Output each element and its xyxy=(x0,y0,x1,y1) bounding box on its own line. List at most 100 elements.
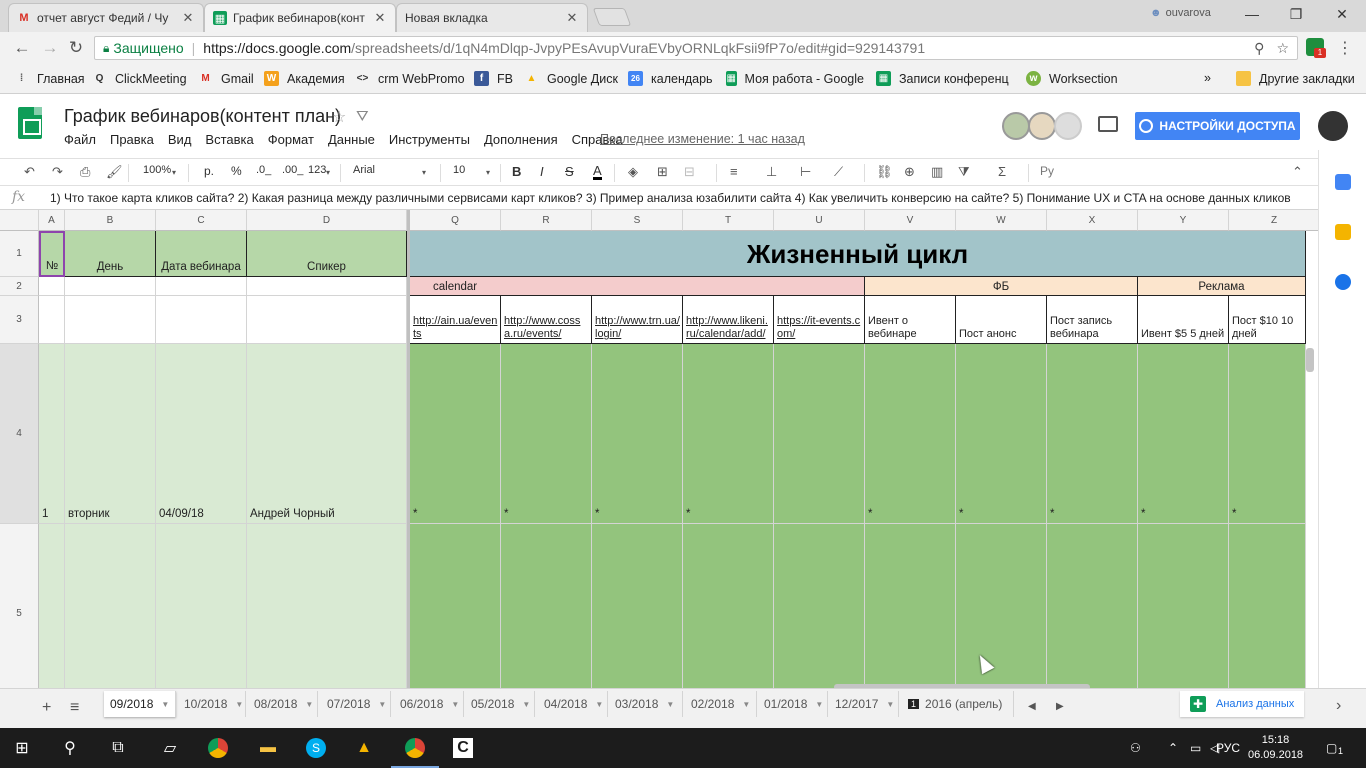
sheet-tab[interactable]: 05/2018 ▼ xyxy=(465,691,535,717)
add-sheet-button[interactable]: + xyxy=(42,699,51,717)
column-header-t[interactable]: T xyxy=(683,210,774,231)
cell-v3[interactable]: Ивент о вебинаре xyxy=(865,296,956,344)
cell-u3[interactable]: https://it-events.com/ xyxy=(774,296,865,344)
skype-icon[interactable]: S xyxy=(304,736,328,760)
cell-w4[interactable]: * xyxy=(956,344,1047,524)
keep-icon[interactable] xyxy=(1335,224,1351,240)
clock[interactable]: 15:18 06.09.2018 xyxy=(1248,733,1303,763)
sheet-tab[interactable]: 04/2018 ▼ xyxy=(538,691,608,717)
strikethrough-icon[interactable]: S xyxy=(565,164,574,179)
column-header-u[interactable]: U xyxy=(774,210,865,231)
print-icon[interactable]: ⎙ xyxy=(80,164,90,180)
formula-content[interactable]: 1) Что такое карта кликов сайта? 2) Кака… xyxy=(50,191,1291,205)
scroll-tabs-right-icon[interactable]: ▶ xyxy=(1056,701,1064,712)
reload-icon[interactable]: ↻ xyxy=(66,38,86,58)
cell-b3[interactable] xyxy=(65,296,156,344)
column-header-b[interactable]: B xyxy=(65,210,156,231)
collaborator-avatar[interactable] xyxy=(1028,112,1056,140)
zoom-select[interactable]: 100% xyxy=(143,164,171,176)
cell-b2[interactable] xyxy=(65,277,156,296)
cell-x4[interactable]: * xyxy=(1047,344,1138,524)
cell-t4[interactable]: * xyxy=(683,344,774,524)
menu-tools[interactable]: Инструменты xyxy=(389,132,470,147)
cell-c4[interactable]: 04/09/18 xyxy=(156,344,247,524)
align-left-icon[interactable]: ≡ xyxy=(730,164,738,179)
cell-d1[interactable]: Спикер xyxy=(247,231,407,277)
collapse-toolbar-icon[interactable]: ⌃ xyxy=(1292,164,1303,180)
close-icon[interactable]: ✕ xyxy=(373,10,387,26)
cell-z3[interactable]: Пост $10 10 дней xyxy=(1229,296,1306,344)
merge-cells-icon[interactable]: ⊟ xyxy=(684,164,695,180)
cell-c2[interactable] xyxy=(156,277,247,296)
undo-icon[interactable]: ↶ xyxy=(24,164,35,180)
back-icon[interactable]: ← xyxy=(12,38,32,58)
group-fb[interactable]: ФБ xyxy=(865,277,1138,296)
cell-v4[interactable]: * xyxy=(865,344,956,524)
cell-s3[interactable]: http://www.trn.ua/login/ xyxy=(592,296,683,344)
close-icon[interactable]: ✕ xyxy=(565,10,579,26)
profile-user[interactable]: ☻ ouvarova xyxy=(1150,7,1211,19)
sheet-tab[interactable]: 07/2018 ▼ xyxy=(321,691,391,717)
bookmark-crm[interactable]: <> crm WebPromo xyxy=(355,71,465,86)
menu-view[interactable]: Вид xyxy=(168,132,192,147)
menu-data[interactable]: Данные xyxy=(328,132,375,147)
bookmark-gmail[interactable]: M Gmail xyxy=(198,71,253,86)
language-indicator[interactable]: РУС xyxy=(1216,741,1240,755)
cell-b4[interactable]: вторник xyxy=(65,344,156,524)
sheet-tab[interactable]: 1 2016 (апрель) xyxy=(902,691,1014,717)
address-bar[interactable]: 🔒︎ Защищено | https://docs.google.com /s… xyxy=(94,36,1298,60)
sheet-tab[interactable]: 12/2017 ▼ xyxy=(829,691,899,717)
input-tools-select[interactable]: Ру xyxy=(1040,164,1054,178)
borders-icon[interactable]: ⊞ xyxy=(657,164,668,180)
move-to-folder-icon[interactable]: ⛛ xyxy=(356,108,369,125)
column-header-a[interactable]: A xyxy=(39,210,65,231)
cell-b5[interactable] xyxy=(65,524,156,688)
maximize-button[interactable]: ❐ xyxy=(1276,4,1316,24)
app-triangle-icon[interactable]: ▲ xyxy=(352,736,376,760)
cell-t3[interactable]: http://www.likeni.ru/calendar/add/ xyxy=(683,296,774,344)
insert-chart-icon[interactable]: ▥ xyxy=(931,164,943,180)
camtasia-icon[interactable]: C xyxy=(451,736,475,760)
notifications-icon[interactable]: ▢ xyxy=(1326,741,1337,755)
sheet-tab[interactable]: 09/2018 ▼ xyxy=(104,691,176,717)
cell-x5[interactable] xyxy=(1047,524,1138,688)
cell-lifecycle-title[interactable]: Жизненный цикл xyxy=(410,231,1306,277)
file-explorer-icon[interactable]: ▬ xyxy=(256,736,280,760)
bookmark-drive[interactable]: ▲ Google Диск xyxy=(524,71,618,86)
forward-icon[interactable]: → xyxy=(40,38,60,58)
menu-addons[interactable]: Дополнения xyxy=(484,132,558,147)
people-icon[interactable]: ⚇ xyxy=(1130,741,1141,755)
all-sheets-button[interactable]: ≡ xyxy=(70,699,79,717)
cell-v5[interactable] xyxy=(865,524,956,688)
minimize-button[interactable]: — xyxy=(1232,4,1272,24)
column-header-y[interactable]: Y xyxy=(1138,210,1229,231)
event-link[interactable]: http://ain.ua/events xyxy=(413,315,498,341)
column-header-x[interactable]: X xyxy=(1047,210,1138,231)
search-icon[interactable]: ⚲ xyxy=(58,736,82,760)
cell-c3[interactable] xyxy=(156,296,247,344)
more-collaborators-icon[interactable] xyxy=(1054,112,1082,140)
sheet-tab[interactable]: 01/2018 ▼ xyxy=(758,691,828,717)
vertical-align-icon[interactable]: ⊥ xyxy=(766,164,777,180)
text-wrap-icon[interactable]: ⊢ xyxy=(800,164,811,180)
cell-q5[interactable] xyxy=(410,524,501,688)
cell-q3[interactable]: http://ain.ua/events xyxy=(410,296,501,344)
bookmarks-more[interactable]: » xyxy=(1204,71,1211,85)
cell-c1[interactable]: Дата вебинара xyxy=(156,231,247,277)
bookmark-clickmeeting[interactable]: Q ClickMeeting xyxy=(92,71,187,86)
column-header-z[interactable]: Z xyxy=(1229,210,1318,231)
cell-z4[interactable]: * xyxy=(1229,344,1306,524)
row-header-2[interactable]: 2 xyxy=(0,277,39,296)
chrome-icon[interactable] xyxy=(206,736,230,760)
zoom-icon[interactable]: ⚲ xyxy=(1254,40,1264,57)
column-header-r[interactable]: R xyxy=(501,210,592,231)
battery-icon[interactable]: ▭ xyxy=(1190,741,1201,755)
row-header-5[interactable]: 5 xyxy=(0,524,39,688)
percent-format-button[interactable]: % xyxy=(231,164,242,178)
currency-format-button[interactable]: р. xyxy=(204,164,214,178)
column-header-q[interactable]: Q xyxy=(410,210,501,231)
cell-s5[interactable] xyxy=(592,524,683,688)
cell-x3[interactable]: Пост запись вебинара xyxy=(1047,296,1138,344)
sheet-tab[interactable]: 03/2018 ▼ xyxy=(609,691,683,717)
font-size-select[interactable]: 10 xyxy=(453,164,465,176)
